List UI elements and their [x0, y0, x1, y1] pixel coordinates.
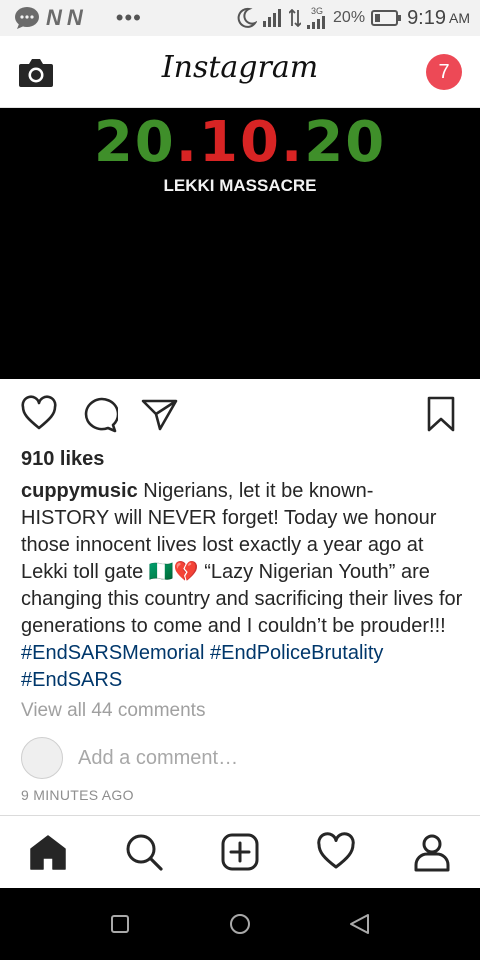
chat-bubble-icon: [15, 7, 39, 29]
instagram-logo: Instagram: [161, 50, 319, 85]
battery-icon: [371, 10, 402, 26]
image-date-text: 20.10.20: [0, 110, 480, 175]
image-subtitle: LEKKI MASSACRE: [163, 176, 317, 195]
avatar: [21, 737, 63, 779]
back-triangle-icon[interactable]: [348, 912, 372, 936]
profile-icon[interactable]: [412, 832, 452, 872]
post-actions: [0, 379, 480, 449]
signal-icon: [307, 16, 326, 29]
comment-icon[interactable]: [80, 395, 118, 433]
notification-badge[interactable]: 7: [426, 54, 462, 90]
hashtag-link[interactable]: #EndSARSMemorial: [21, 642, 204, 664]
activity-heart-icon[interactable]: [316, 832, 356, 872]
bookmark-icon[interactable]: [422, 395, 460, 433]
home-circle-icon[interactable]: [228, 912, 252, 936]
likes-count[interactable]: 910 likes: [21, 448, 104, 471]
hashtag-link[interactable]: #EndSARS: [21, 669, 122, 691]
network-type: 3G: [311, 6, 324, 16]
bottom-nav: [0, 815, 480, 888]
moon-icon: [237, 7, 258, 28]
caption-text: Nigerians, let it be known- HISTORY will…: [21, 480, 463, 637]
view-comments-link[interactable]: View all 44 comments: [21, 700, 205, 722]
app-header: Instagram 7: [0, 36, 480, 108]
n-app-icon: N: [46, 5, 62, 30]
more-notifications-indicator: •••: [115, 5, 142, 30]
n-app-icon: N: [66, 5, 83, 30]
android-nav-bar: [0, 888, 480, 960]
signal-icon: [263, 9, 282, 27]
data-transfer-icon: [289, 9, 302, 27]
date-day: 20: [93, 110, 176, 175]
caption-username[interactable]: cuppymusic: [21, 480, 138, 502]
add-post-icon[interactable]: [220, 832, 260, 872]
heart-icon[interactable]: [20, 395, 58, 433]
status-bar: N N ••• 3G 20% 9:19 AM: [0, 0, 480, 36]
comment-input[interactable]: Add a comment…: [78, 747, 238, 770]
hashtag-link[interactable]: #EndPoliceBrutality: [210, 642, 383, 664]
post-timestamp: 9 MINUTES AGO: [21, 787, 134, 803]
recents-square-icon[interactable]: [108, 912, 132, 936]
clock-ampm: AM: [449, 10, 470, 26]
date-month: .10.: [175, 110, 305, 175]
clock-time: 9:19: [407, 6, 446, 29]
post-caption: cuppymusic Nigerians, let it be known- H…: [21, 478, 466, 694]
search-icon[interactable]: [124, 832, 164, 872]
share-icon[interactable]: [140, 395, 178, 433]
add-comment-row[interactable]: Add a comment…: [21, 737, 238, 779]
battery-percent: 20%: [333, 9, 366, 26]
home-icon[interactable]: [28, 832, 68, 872]
post-image[interactable]: 20.10.20 LEKKI MASSACRE: [0, 108, 480, 379]
date-year: 20: [304, 110, 387, 175]
